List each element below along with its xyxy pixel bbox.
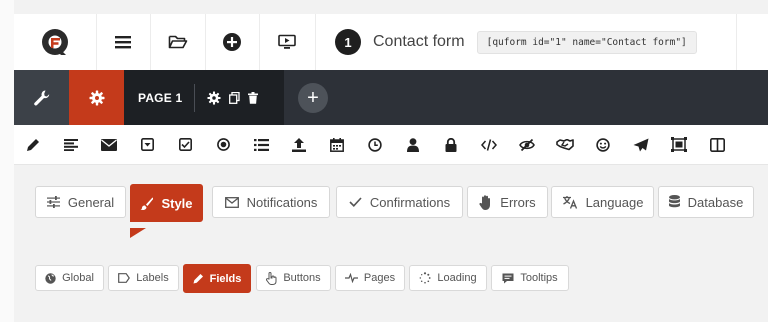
top-toolbar: 1 Contact form [quform id="1" name="Cont… [14,14,768,71]
tab-style-label: Style [161,195,193,211]
user-icon[interactable] [394,125,432,164]
open-form-button[interactable] [150,14,206,70]
code-icon[interactable] [470,125,508,164]
radio-icon[interactable] [204,125,242,164]
dropdown-icon[interactable] [128,125,166,164]
subtab-buttons-label: Buttons [283,272,321,284]
quform-logo[interactable] [14,14,97,70]
tab-errors[interactable]: Errors [467,186,548,218]
list-icon[interactable] [242,125,280,164]
tab-style[interactable]: Style [130,184,203,222]
subtab-tooltips[interactable]: Tooltips [491,265,569,291]
pages-icon [344,273,358,283]
page-tab[interactable]: PAGE 1 [124,70,284,125]
tag-icon [118,273,131,283]
menu-button[interactable] [96,14,151,70]
paper-plane-icon[interactable] [622,125,660,164]
calendar-icon[interactable] [318,125,356,164]
subtab-labels-label: Labels [136,272,169,284]
tab-general-label: General [67,194,115,210]
form-number-badge: 1 [335,29,361,55]
spinner-icon [419,272,432,284]
comment-icon [502,273,514,284]
subtab-global-label: Global [62,272,94,284]
form-settings-button[interactable] [14,70,69,125]
menu-icon [115,36,131,49]
pencil-icon [193,273,204,284]
page-label: PAGE 1 [138,90,183,105]
sliders-icon [46,196,60,208]
upload-icon[interactable] [280,125,318,164]
tab-notifications-label: Notifications [246,194,318,210]
tab-confirmations[interactable]: Confirmations [336,186,463,218]
tab-database[interactable]: Database [658,186,754,218]
active-tab-pointer [130,228,146,238]
tab-confirmations-label: Confirmations [369,194,451,210]
subtab-buttons[interactable]: Buttons [256,265,331,291]
form-info: 1 Contact form [quform id="1" name="Cont… [315,14,737,70]
paragraph-icon[interactable] [52,125,90,164]
smile-icon[interactable] [584,125,622,164]
tab-language[interactable]: Language [551,186,654,218]
page-settings-icon[interactable] [207,90,221,105]
plus-circle-icon [223,33,241,51]
brush-icon [140,197,154,210]
subtab-pages-label: Pages [363,272,396,284]
add-form-button[interactable] [205,14,260,70]
page-tab-divider [194,83,196,112]
form-shortcode[interactable]: [quform id="1" name="Contact form"] [476,30,697,54]
preview-icon [278,34,296,49]
form-title[interactable]: Contact form [373,33,465,51]
tab-language-label: Language [585,194,644,210]
envelope-icon [224,196,239,208]
checkbox-icon[interactable] [166,125,204,164]
eye-slash-icon[interactable] [508,125,546,164]
captcha-icon[interactable] [660,125,698,164]
database-icon [668,195,680,209]
globe-icon [45,272,56,284]
gear-icon [89,90,104,105]
form-builder: 1 Contact form [quform id="1" name="Cont… [0,0,768,322]
handshake-icon[interactable] [546,125,584,164]
subtab-fields-label: Fields [209,272,242,285]
check-icon [349,197,362,207]
clock-icon[interactable] [356,125,394,164]
columns-icon[interactable] [698,125,736,164]
subtab-pages[interactable]: Pages [335,265,405,291]
tab-general[interactable]: General [35,186,126,218]
logo-icon [42,29,68,55]
subtab-global[interactable]: Global [35,265,104,291]
subtab-labels[interactable]: Labels [108,265,179,291]
hand-icon [479,194,492,210]
field-type-toolbar [14,125,768,165]
lock-icon[interactable] [432,125,470,164]
subtab-fields[interactable]: Fields [183,264,251,293]
subtab-tooltips-label: Tooltips [520,272,558,284]
preview-button[interactable] [259,14,316,70]
toolbar-overflow [737,14,768,70]
pointer-icon [266,271,277,285]
page-delete-icon[interactable] [248,91,259,104]
pencil-icon[interactable] [14,125,52,164]
wrench-icon [33,90,49,105]
subtab-loading[interactable]: Loading [409,265,487,291]
add-page-button[interactable]: + [298,83,328,113]
subtab-loading-label: Loading [437,272,477,284]
translate-icon [562,195,578,209]
settings-gear-button[interactable] [69,70,124,125]
tab-database-label: Database [687,194,744,210]
envelope-icon[interactable] [90,125,128,164]
tab-notifications[interactable]: Notifications [212,186,330,218]
page-bar: PAGE 1 + [14,70,768,125]
page-duplicate-icon[interactable] [229,91,240,104]
folder-open-icon [168,35,187,49]
tab-errors-label: Errors [500,194,536,210]
